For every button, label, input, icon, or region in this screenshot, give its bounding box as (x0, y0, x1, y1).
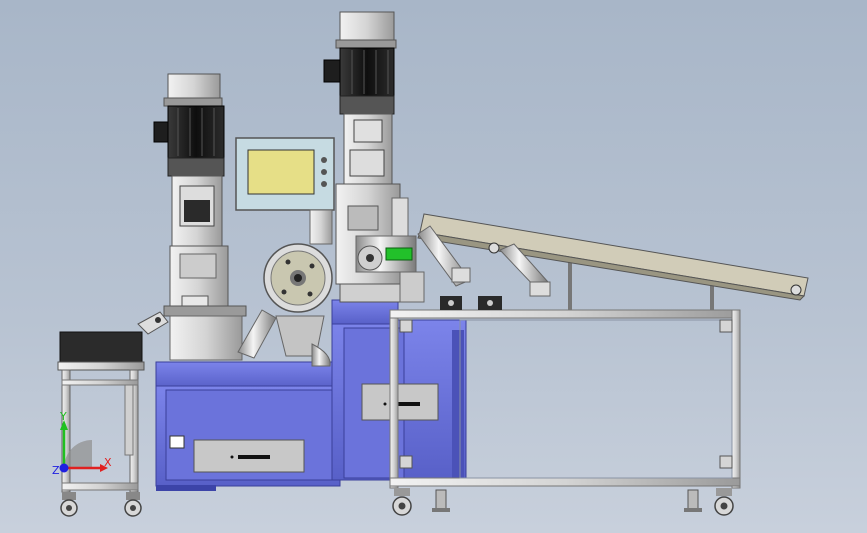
inclined-conveyor[interactable] (417, 213, 809, 301)
hmi-touchscreen[interactable] (235, 137, 335, 245)
z-axis-dot (59, 463, 69, 473)
left-motor-unit[interactable] (153, 73, 229, 333)
cad-viewport[interactable]: X Y Z (0, 0, 867, 533)
caster-wheel (124, 492, 142, 517)
left-work-table (137, 305, 247, 361)
coordinate-triad: X Y Z (52, 410, 112, 477)
feed-disk[interactable] (237, 243, 333, 367)
y-axis-label: Y (59, 410, 67, 423)
side-cart[interactable] (57, 331, 145, 517)
assembly-drawing: X Y Z (52, 11, 809, 517)
z-axis-label: Z (52, 464, 60, 477)
caster-wheel (392, 488, 412, 516)
caster-wheel (60, 492, 78, 517)
caster-wheel (714, 488, 734, 516)
x-axis-label: X (104, 456, 112, 469)
